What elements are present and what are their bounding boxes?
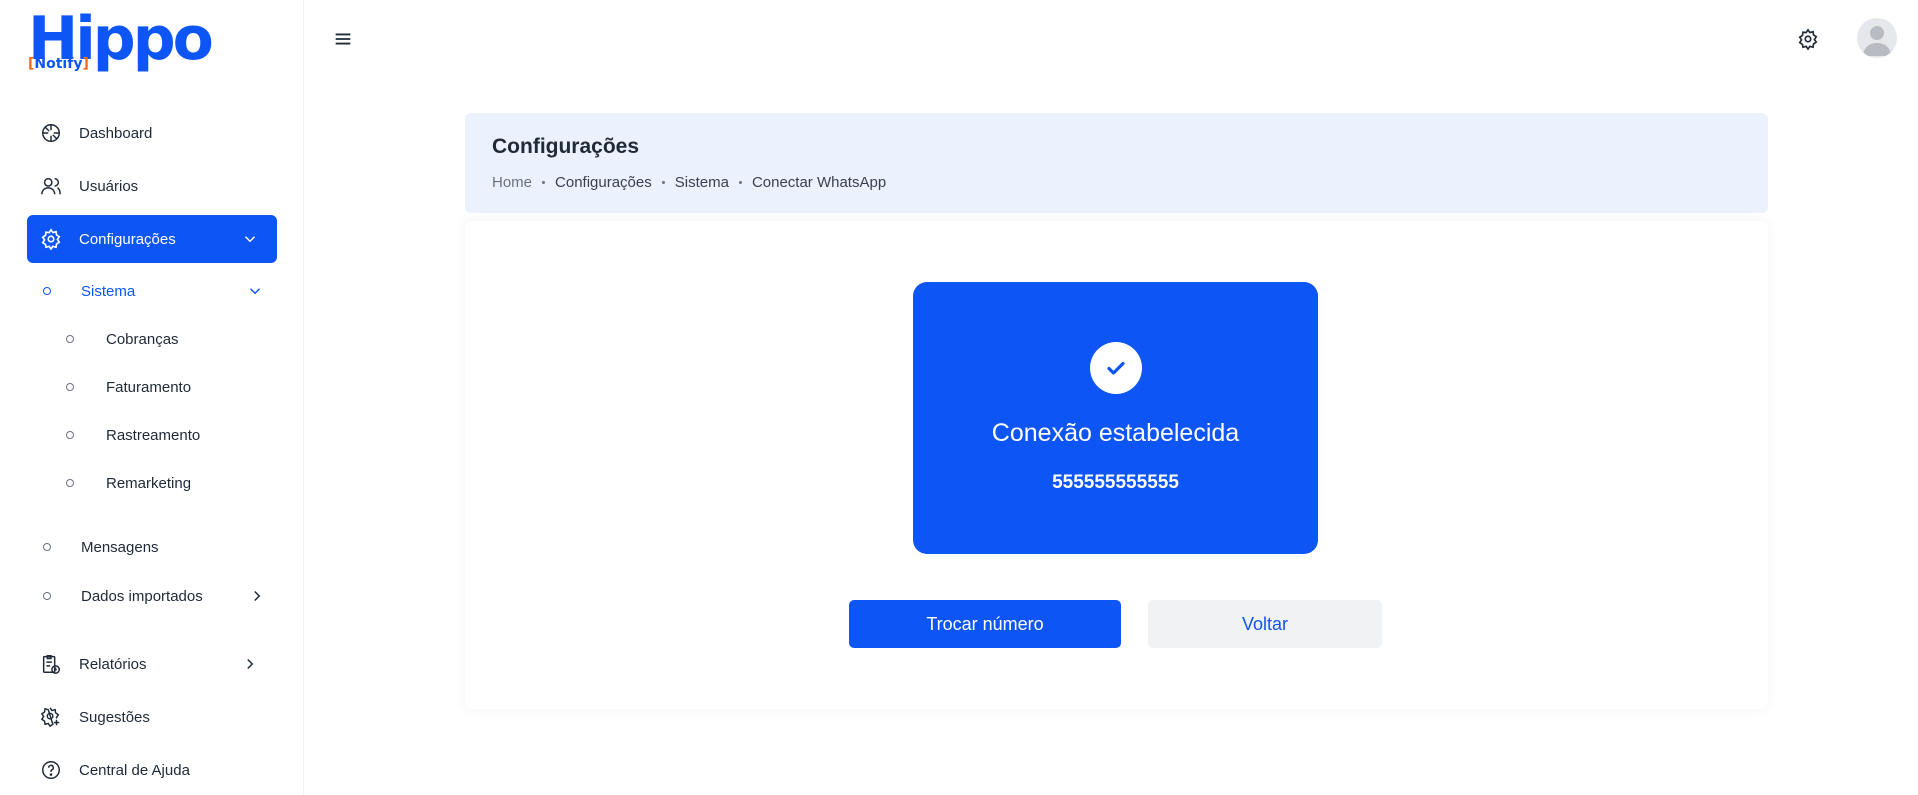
sidebar-item-relatorios[interactable]: Relatórios	[27, 640, 277, 688]
sidebar-item-label: Faturamento	[106, 378, 192, 396]
sidebar-item-usuarios[interactable]: Usuários	[27, 162, 277, 210]
back-button[interactable]: Voltar	[1148, 600, 1382, 648]
sidebar-item-label: Usuários	[79, 177, 139, 195]
sidebar-item-rastreamento[interactable]: Rastreamento	[66, 418, 316, 452]
bullet-icon	[66, 479, 74, 487]
bullet-icon	[43, 592, 51, 600]
sidebar-item-configuracoes[interactable]: Configurações	[27, 215, 277, 263]
bullet-icon	[43, 543, 51, 551]
chevron-down-icon	[244, 236, 256, 243]
bullet-icon	[66, 431, 74, 439]
sidebar-item-label: Dashboard	[79, 124, 153, 142]
help-icon	[37, 756, 65, 784]
sidebar-item-dados-importados[interactable]: Dados importados	[43, 579, 293, 613]
sidebar-item-mensagens[interactable]: Mensagens	[43, 530, 293, 564]
sidebar-item-dashboard[interactable]: Dashboard	[27, 109, 277, 157]
sidebar: Hippo [Notify] Dashboard Usuários Config…	[0, 0, 304, 795]
sidebar-item-faturamento[interactable]: Faturamento	[66, 370, 316, 404]
sidebar-item-sistema[interactable]: Sistema	[43, 274, 293, 308]
users-icon	[37, 172, 65, 200]
connection-status-box: Conexão estabelecida 555555555555	[913, 282, 1318, 554]
report-icon	[37, 650, 65, 678]
breadcrumb: Home Configurações Sistema Conectar What…	[492, 174, 886, 191]
chevron-right-icon	[254, 590, 261, 602]
sidebar-item-label: Rastreamento	[106, 426, 201, 444]
check-icon	[1090, 342, 1142, 394]
breadcrumb-configuracoes: Configurações	[555, 174, 652, 191]
breadcrumb-separator	[542, 181, 546, 184]
sidebar-item-label: Sistema	[81, 282, 136, 300]
sidebar-item-label: Central de Ajuda	[79, 761, 190, 779]
sidebar-item-label: Mensagens	[81, 538, 159, 556]
dashboard-icon	[37, 119, 65, 147]
sidebar-item-sugestoes[interactable]: Sugestões	[27, 693, 277, 741]
avatar[interactable]	[1857, 18, 1897, 58]
gear-icon[interactable]	[1797, 28, 1819, 50]
sidebar-item-cobrancas[interactable]: Cobranças	[66, 322, 316, 356]
breadcrumb-separator	[738, 181, 742, 184]
user-avatar-icon	[1863, 26, 1891, 56]
page-title: Configurações	[492, 135, 640, 158]
sidebar-item-label: Remarketing	[106, 474, 192, 492]
sidebar-item-label: Sugestões	[79, 708, 150, 726]
change-number-button[interactable]: Trocar número	[849, 600, 1121, 648]
sidebar-item-label: Relatórios	[79, 655, 147, 673]
breadcrumb-conectar-whatsapp: Conectar WhatsApp	[751, 174, 887, 191]
bullet-icon	[43, 287, 51, 295]
phone-number: 555555555555	[1052, 472, 1179, 493]
breadcrumb-separator	[661, 181, 665, 184]
chevron-down-icon	[249, 288, 261, 295]
settings-icon	[37, 225, 65, 253]
sidebar-item-remarketing[interactable]: Remarketing	[66, 466, 316, 500]
status-title: Conexão estabelecida	[991, 419, 1240, 447]
suggestion-icon	[37, 703, 65, 731]
breadcrumb-home[interactable]: Home	[492, 174, 532, 191]
chevron-right-icon	[247, 658, 254, 670]
sidebar-item-central-de-ajuda[interactable]: Central de Ajuda	[27, 746, 277, 794]
bullet-icon	[66, 383, 74, 391]
sidebar-item-label: Cobranças	[106, 330, 179, 348]
page-header: Configurações Home Configurações Sistema…	[465, 113, 1768, 213]
sidebar-item-label: Configurações	[79, 230, 176, 248]
app: Hippo [Notify] Dashboard Usuários Config…	[0, 0, 1918, 795]
menu-icon[interactable]	[332, 28, 354, 50]
breadcrumb-sistema: Sistema	[674, 174, 729, 191]
content-card: Conexão estabelecida 555555555555 Trocar…	[465, 221, 1768, 709]
logo-subtitle: [Notify]	[28, 56, 89, 72]
bullet-icon	[66, 335, 74, 343]
logo[interactable]: Hippo [Notify]	[28, 6, 214, 76]
sidebar-item-label: Dados importados	[81, 587, 203, 605]
